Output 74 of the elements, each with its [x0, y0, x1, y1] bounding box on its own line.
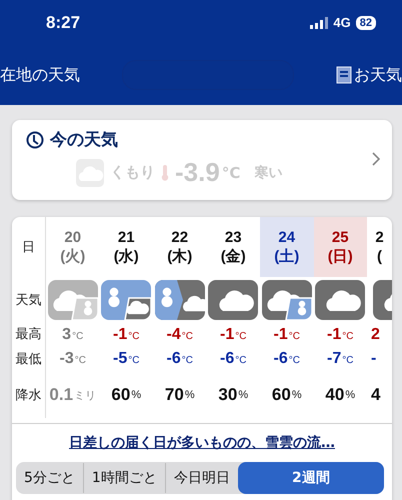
- day-number: 23: [224, 228, 242, 247]
- card-title: 今の天気: [50, 129, 118, 151]
- precipitation-value: 60: [272, 385, 291, 405]
- high-temperature: 2: [371, 326, 380, 344]
- high-temperature: -1: [274, 326, 288, 344]
- clock-icon: [26, 130, 44, 148]
- day-number: 24: [278, 228, 296, 247]
- row-label: 日: [12, 217, 46, 277]
- status-time: 8:27: [46, 12, 80, 32]
- high-temperature: -4: [166, 326, 181, 344]
- high-temperature: -1: [220, 326, 234, 344]
- day-number: 21: [118, 228, 135, 247]
- weekday-label: (木): [167, 247, 192, 266]
- battery-icon: 82: [356, 16, 376, 30]
- temperature-unit: °C: [235, 331, 246, 342]
- weather-news-link[interactable]: お天気: [354, 64, 402, 86]
- low-temperature: -3: [60, 350, 74, 368]
- high-temperature: 3: [62, 326, 72, 344]
- view-tab[interactable]: 5分ごと: [16, 463, 84, 493]
- network-label: 4G: [333, 15, 351, 30]
- thermometer-icon: [161, 164, 169, 180]
- view-tab[interactable]: 今日明日: [166, 463, 238, 493]
- view-tab[interactable]: 2週間: [238, 462, 384, 494]
- temperature-unit: °C: [182, 331, 193, 342]
- low-temperature: -7: [327, 350, 342, 368]
- precipitation-unit: %: [131, 389, 142, 401]
- signal-icon: [310, 16, 328, 28]
- temperature-unit: °C: [72, 331, 84, 342]
- weekday-label: (金): [220, 247, 246, 266]
- precipitation-value: 4: [371, 385, 380, 405]
- location-weather-link[interactable]: 在地の天気: [0, 64, 80, 86]
- temperature-unit: °C: [342, 331, 354, 342]
- precipitation-unit: %: [238, 389, 248, 401]
- precipitation-unit: %: [184, 389, 195, 401]
- high-temperature: -1: [113, 326, 128, 344]
- weekday-label: (土): [274, 247, 300, 266]
- temperature-unit: °C: [288, 331, 300, 342]
- temperature-unit: °C: [288, 355, 300, 366]
- temperature-unit: °C: [235, 355, 246, 366]
- view-tab[interactable]: 1時間ごと: [84, 463, 166, 493]
- precipitation-value: 60: [111, 385, 130, 405]
- temperature-unit: °C: [128, 331, 140, 342]
- temperature-unit: °C: [342, 355, 354, 366]
- precipitation-unit: %: [292, 389, 302, 401]
- precipitation-value: 30: [218, 385, 238, 405]
- precipitation-value: 40: [325, 385, 344, 405]
- day-number: 20: [64, 228, 82, 247]
- temperature-unit: °C: [128, 355, 140, 366]
- forecast-summary-link[interactable]: 日差しの届く日が多いものの、雪雲の流…: [12, 434, 392, 452]
- low-temperature: -6: [274, 350, 288, 368]
- row-label: 降水: [12, 372, 46, 418]
- row-label: 最高: [12, 322, 46, 346]
- weekday-label: (水): [114, 247, 139, 266]
- weekday-label: (火): [60, 247, 86, 266]
- book-icon: [336, 66, 352, 84]
- day-number: 25: [332, 228, 349, 247]
- row-label: 最低: [12, 346, 46, 372]
- precipitation-value: 0.1: [49, 385, 74, 405]
- low-temperature: -5: [113, 350, 128, 368]
- weekday-label: (日): [328, 247, 353, 266]
- day-number: 22: [171, 228, 188, 247]
- precipitation-unit: ミリ: [74, 388, 96, 402]
- precipitation-unit: %: [345, 389, 356, 401]
- low-temperature: -: [371, 350, 376, 368]
- row-label: 天気: [12, 277, 46, 322]
- chevron-icon: [372, 152, 380, 166]
- precipitation-value: 70: [164, 385, 184, 405]
- weekday-label: (: [377, 247, 382, 266]
- high-temperature: -1: [327, 326, 342, 344]
- day-number: 2: [375, 228, 384, 247]
- temperature-unit: °C: [182, 355, 193, 366]
- low-temperature: -6: [166, 350, 181, 368]
- temperature-unit: °C: [74, 355, 86, 366]
- low-temperature: -6: [220, 350, 234, 368]
